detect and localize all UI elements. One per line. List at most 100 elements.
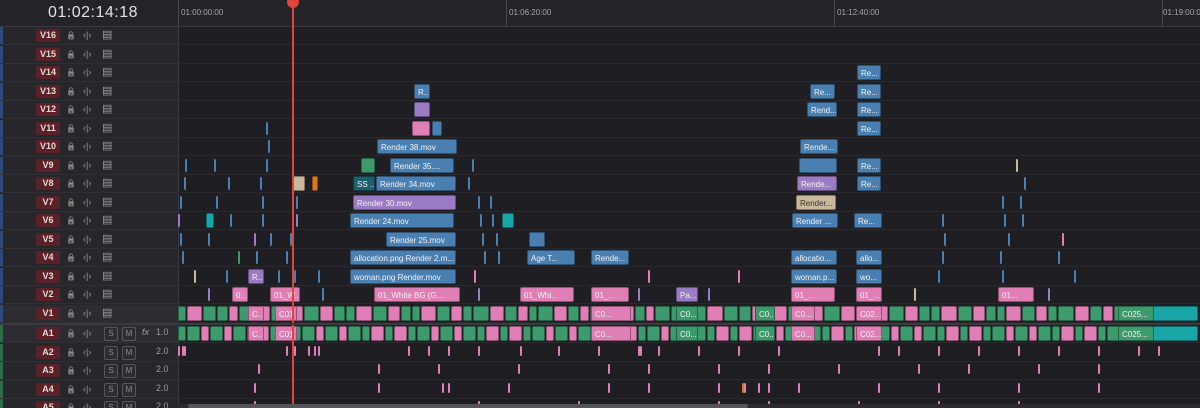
timeline-clip[interactable]: Re...	[857, 176, 881, 191]
film-strip-icon[interactable]: ▤	[102, 307, 112, 320]
track-header-v8[interactable]: V8 🔒 ‹|› ▤	[0, 175, 178, 193]
clip-sliver[interactable]	[238, 251, 240, 264]
track-header-v3[interactable]: V3 🔒 ‹|› ▤	[0, 267, 178, 286]
film-strip-icon[interactable]: ▤	[102, 140, 112, 153]
clip-sliver[interactable]	[742, 382, 744, 393]
timeline-clip[interactable]	[831, 326, 844, 341]
track-header-v9[interactable]: V9 🔒 ‹|› ▤	[0, 156, 178, 175]
timeline-clip[interactable]: C0...	[591, 305, 631, 321]
timeline-clip[interactable]	[580, 305, 589, 321]
timeline-clip[interactable]	[334, 305, 345, 321]
mute-button[interactable]: M	[122, 401, 136, 408]
clip-sliver[interactable]	[978, 345, 980, 356]
timecode-display[interactable]: 01:02:14:18	[0, 0, 178, 27]
clip-sliver[interactable]	[178, 345, 180, 356]
lock-icon[interactable]: 🔒	[66, 159, 76, 172]
clip-sliver[interactable]	[278, 269, 280, 283]
clip-sliver[interactable]	[518, 364, 520, 374]
timeline-clip[interactable]	[824, 305, 840, 321]
clip-sliver[interactable]	[194, 269, 196, 283]
clip-sliver[interactable]	[482, 232, 484, 246]
clip-sliver[interactable]	[266, 121, 268, 135]
link-icon[interactable]: ‹|›	[83, 196, 91, 209]
lock-icon[interactable]: 🔒	[66, 103, 76, 116]
timeline-clip[interactable]	[546, 326, 554, 341]
clip-sliver[interactable]	[208, 232, 210, 246]
lock-icon[interactable]: 🔒	[66, 29, 76, 42]
timeline-clip[interactable]	[716, 326, 729, 341]
timeline-clip[interactable]	[937, 326, 945, 341]
fx-label[interactable]: fx	[142, 327, 149, 337]
clip-sliver[interactable]	[1022, 214, 1024, 227]
timeline-clip[interactable]	[304, 305, 319, 321]
lock-icon[interactable]: 🔒	[66, 327, 76, 340]
timeline-clip[interactable]: C0...	[791, 305, 815, 321]
timeline-clip[interactable]	[569, 326, 577, 341]
film-strip-icon[interactable]: ▤	[102, 251, 112, 264]
track-header-v5[interactable]: V5 🔒 ‹|› ▤	[0, 230, 178, 249]
timeline-clip[interactable]	[900, 326, 913, 341]
clip-sliver[interactable]	[608, 364, 610, 374]
clip-sliver[interactable]	[744, 382, 746, 393]
timeline-clip[interactable]	[997, 305, 1005, 321]
clip-sliver[interactable]	[254, 382, 256, 393]
timeline-clip[interactable]	[1058, 305, 1074, 321]
timeline-clip[interactable]	[889, 305, 904, 321]
clip-sliver[interactable]	[268, 140, 270, 153]
timeline-clip[interactable]	[224, 326, 232, 341]
clip-sliver[interactable]	[184, 177, 186, 190]
clip-sliver[interactable]	[182, 251, 184, 264]
clip-sliver[interactable]	[408, 345, 410, 356]
clip-sliver[interactable]	[758, 382, 760, 393]
timeline-clip[interactable]	[555, 326, 568, 341]
track-header-v15[interactable]: V15 🔒 ‹|› ▤	[0, 45, 178, 64]
solo-button[interactable]: S	[104, 327, 118, 341]
clip-sliver[interactable]	[270, 232, 272, 246]
timeline-clip[interactable]: C0...	[676, 305, 698, 321]
timeline-clip[interactable]	[914, 326, 922, 341]
clip-sliver[interactable]	[558, 345, 560, 356]
timeline-clip[interactable]: Re...	[857, 120, 881, 136]
track-label[interactable]: V8	[36, 177, 60, 190]
timeline-clip[interactable]	[339, 326, 347, 341]
link-icon[interactable]: ‹|›	[83, 214, 91, 227]
timeline-clip[interactable]: 01_Whi...	[520, 287, 574, 302]
timeline-clip[interactable]	[969, 326, 982, 341]
timeline-clip[interactable]	[486, 326, 499, 341]
timeline-clip[interactable]	[799, 157, 837, 173]
link-icon[interactable]: ‹|›	[83, 346, 91, 359]
clip-sliver[interactable]	[938, 382, 940, 393]
clip-sliver[interactable]	[378, 364, 380, 374]
link-icon[interactable]: ‹|›	[83, 48, 91, 61]
clip-sliver[interactable]	[448, 345, 450, 356]
timeline-clip[interactable]	[1048, 305, 1057, 321]
clip-sliver[interactable]	[944, 232, 946, 246]
timeline-clip[interactable]: Rende...	[800, 139, 838, 154]
timeline-clip[interactable]	[647, 326, 660, 341]
link-icon[interactable]: ‹|›	[83, 122, 91, 135]
clip-sliver[interactable]	[1038, 364, 1040, 374]
timeline-clip[interactable]	[210, 326, 223, 341]
track-header-v13[interactable]: V13 🔒 ‹|› ▤	[0, 82, 178, 101]
timeline-clip[interactable]: allocation.png Render 2.m...	[350, 250, 456, 265]
timeline-clip[interactable]	[814, 305, 823, 321]
timeline-clip[interactable]	[312, 176, 318, 191]
link-icon[interactable]: ‹|›	[83, 85, 91, 98]
timeline-clip[interactable]	[661, 326, 669, 341]
clip-sliver[interactable]	[942, 251, 944, 264]
clip-sliver[interactable]	[296, 195, 298, 209]
link-icon[interactable]: ‹|›	[83, 401, 91, 408]
track-header-a4[interactable]: A4 🔒 ‹|› S M 2.0	[0, 380, 178, 399]
track-label[interactable]: V3	[36, 269, 60, 283]
lock-icon[interactable]: 🔒	[66, 270, 76, 283]
timeline-clip[interactable]	[1052, 326, 1060, 341]
timeline-clip[interactable]: 0...	[232, 287, 248, 302]
track-header-v16[interactable]: V16 🔒 ‹|› ▤	[0, 27, 178, 45]
timeline-clip[interactable]	[776, 326, 784, 341]
lock-icon[interactable]: 🔒	[66, 251, 76, 264]
clip-sliver[interactable]	[1074, 269, 1076, 283]
track-label[interactable]: V2	[36, 288, 60, 301]
film-strip-icon[interactable]: ▤	[102, 159, 112, 172]
track-header-a3[interactable]: A3 🔒 ‹|› S M 2.0	[0, 362, 178, 380]
timeline-clip[interactable]	[707, 326, 715, 341]
